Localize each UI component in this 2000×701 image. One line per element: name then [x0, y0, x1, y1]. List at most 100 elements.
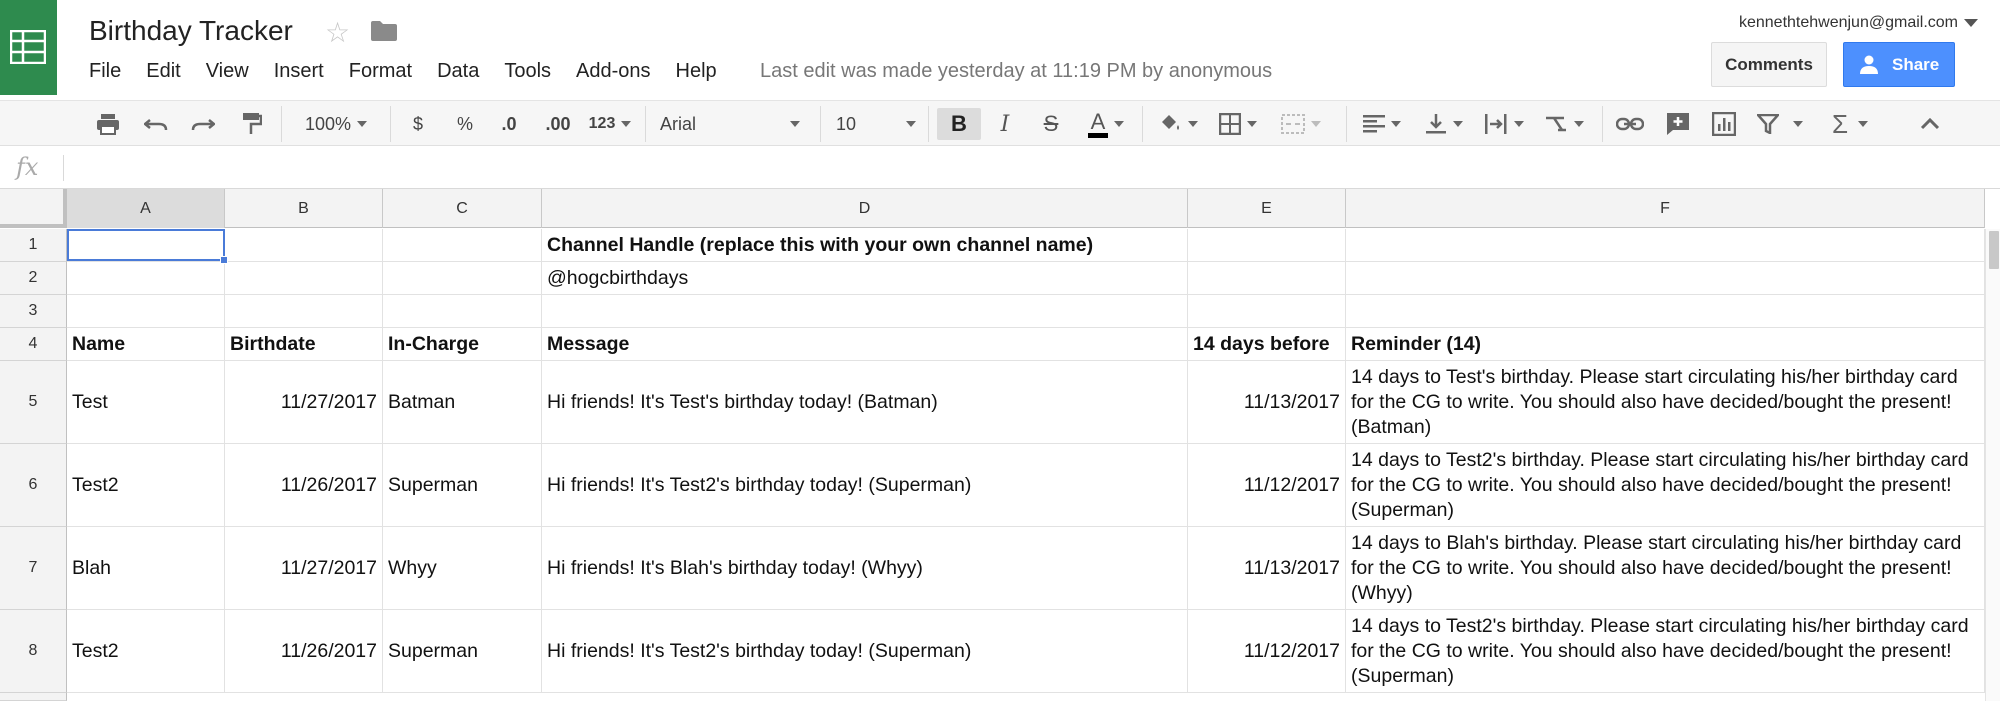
fill-color-button[interactable]	[1154, 108, 1202, 140]
menu-addons[interactable]: Add-ons	[576, 58, 651, 84]
sheets-logo[interactable]	[0, 0, 57, 95]
functions-button[interactable]: Σ	[1826, 108, 1874, 140]
cell-a5[interactable]: Test	[67, 361, 225, 444]
merge-cells-button[interactable]	[1276, 108, 1326, 140]
menu-file[interactable]: File	[89, 58, 121, 84]
cell-c8[interactable]: Superman	[383, 610, 542, 693]
font-size-select[interactable]: 10	[836, 108, 916, 140]
cell-b7[interactable]: 11/27/2017	[225, 527, 383, 610]
fill-handle[interactable]	[220, 256, 228, 264]
cell-d7[interactable]: Hi friends! It's Blah's birthday today! …	[542, 527, 1188, 610]
cell-b5[interactable]: 11/27/2017	[225, 361, 383, 444]
menu-edit[interactable]: Edit	[146, 58, 180, 84]
cell-c2[interactable]	[383, 262, 542, 295]
filter-button[interactable]	[1754, 108, 1806, 140]
formula-input[interactable]	[70, 151, 1970, 185]
cell-a8[interactable]: Test2	[67, 610, 225, 693]
row-header-8[interactable]: 8	[0, 610, 67, 693]
borders-button[interactable]	[1214, 108, 1262, 140]
cell-f4[interactable]: Reminder (14)	[1346, 328, 1985, 361]
cell-a4[interactable]: Name	[67, 328, 225, 361]
row-header-9[interactable]	[0, 693, 67, 701]
cell-f5[interactable]: 14 days to Test's birthday. Please start…	[1346, 361, 1985, 444]
last-edit-status[interactable]: Last edit was made yesterday at 11:19 PM…	[760, 58, 1272, 84]
column-header-f[interactable]: F	[1346, 189, 1985, 228]
collapse-toolbar-button[interactable]	[1914, 108, 1946, 140]
row-header-2[interactable]: 2	[0, 262, 67, 295]
paint-format-icon[interactable]	[235, 108, 267, 140]
insert-link-button[interactable]	[1614, 108, 1646, 140]
comments-button[interactable]: Comments	[1711, 42, 1827, 87]
vertical-scrollbar[interactable]	[1985, 229, 2000, 701]
undo-icon[interactable]	[140, 108, 172, 140]
scrollbar-thumb[interactable]	[1989, 231, 1999, 269]
cell-d1[interactable]: Channel Handle (replace this with your o…	[542, 229, 1188, 262]
zoom-select[interactable]: 100%	[296, 108, 376, 140]
cell-f1[interactable]	[1346, 229, 1985, 262]
column-header-c[interactable]: C	[383, 189, 542, 228]
cell-c1[interactable]	[383, 229, 542, 262]
menu-data[interactable]: Data	[437, 58, 479, 84]
cell-b6[interactable]: 11/26/2017	[225, 444, 383, 527]
row-header-6[interactable]: 6	[0, 444, 67, 527]
more-formats-button[interactable]: 123	[585, 108, 635, 140]
cell-e5[interactable]: 11/13/2017	[1188, 361, 1346, 444]
cell-b8[interactable]: 11/26/2017	[225, 610, 383, 693]
row-header-4[interactable]: 4	[0, 328, 67, 361]
cell-d5[interactable]: Hi friends! It's Test's birthday today! …	[542, 361, 1188, 444]
star-icon[interactable]: ☆	[325, 16, 350, 49]
column-header-a[interactable]: A	[67, 189, 225, 228]
cell-f7[interactable]: 14 days to Blah's birthday. Please start…	[1346, 527, 1985, 610]
cell-d2[interactable]: @hogcbirthdays	[542, 262, 1188, 295]
row-header-3[interactable]: 3	[0, 295, 67, 328]
menu-help[interactable]: Help	[676, 58, 717, 84]
bold-button[interactable]: B	[937, 108, 981, 140]
cell-b3[interactable]	[225, 295, 383, 328]
cell-b1[interactable]	[225, 229, 383, 262]
row-header-5[interactable]: 5	[0, 361, 67, 444]
cell-f6[interactable]: 14 days to Test2's birthday. Please star…	[1346, 444, 1985, 527]
cell-e8[interactable]: 11/12/2017	[1188, 610, 1346, 693]
cell-f3[interactable]	[1346, 295, 1985, 328]
menu-view[interactable]: View	[206, 58, 249, 84]
cell-a7[interactable]: Blah	[67, 527, 225, 610]
strikethrough-button[interactable]: S	[1036, 108, 1066, 140]
font-family-select[interactable]: Arial	[660, 108, 800, 140]
cell-c7[interactable]: Whyy	[383, 527, 542, 610]
cell-d4[interactable]: Message	[542, 328, 1188, 361]
row-header-7[interactable]: 7	[0, 527, 67, 610]
insert-chart-button[interactable]	[1708, 108, 1740, 140]
cell-c5[interactable]: Batman	[383, 361, 542, 444]
text-wrapping-button[interactable]	[1480, 108, 1528, 140]
column-header-d[interactable]: D	[542, 189, 1188, 228]
horizontal-align-button[interactable]	[1358, 108, 1406, 140]
currency-format-button[interactable]: $	[404, 108, 432, 140]
text-color-button[interactable]: A	[1080, 108, 1132, 140]
share-button[interactable]: Share	[1843, 42, 1955, 87]
cell-d6[interactable]: Hi friends! It's Test2's birthday today!…	[542, 444, 1188, 527]
cell-a3[interactable]	[67, 295, 225, 328]
cell-e7[interactable]: 11/13/2017	[1188, 527, 1346, 610]
cell-e6[interactable]: 11/12/2017	[1188, 444, 1346, 527]
decrease-decimal-button[interactable]: .0	[494, 108, 524, 140]
cell-e1[interactable]	[1188, 229, 1346, 262]
column-header-b[interactable]: B	[225, 189, 383, 228]
text-rotation-button[interactable]	[1540, 108, 1588, 140]
account-dropdown-icon[interactable]	[1964, 19, 1978, 27]
percent-format-button[interactable]: %	[451, 108, 479, 140]
document-title[interactable]: Birthday Tracker	[89, 15, 293, 47]
account-email[interactable]: kennethtehwenjun@gmail.com	[1739, 14, 1958, 32]
menu-insert[interactable]: Insert	[274, 58, 324, 84]
redo-icon[interactable]	[187, 108, 219, 140]
print-icon[interactable]	[92, 108, 124, 140]
row-header-1[interactable]: 1	[0, 229, 67, 262]
select-all-corner[interactable]	[0, 189, 67, 228]
cell-c3[interactable]	[383, 295, 542, 328]
cell-d8[interactable]: Hi friends! It's Test2's birthday today!…	[542, 610, 1188, 693]
cell-f2[interactable]	[1346, 262, 1985, 295]
italic-button[interactable]: I	[990, 108, 1020, 140]
cell-d3[interactable]	[542, 295, 1188, 328]
cell-b2[interactable]	[225, 262, 383, 295]
cell-c6[interactable]: Superman	[383, 444, 542, 527]
column-header-e[interactable]: E	[1188, 189, 1346, 228]
